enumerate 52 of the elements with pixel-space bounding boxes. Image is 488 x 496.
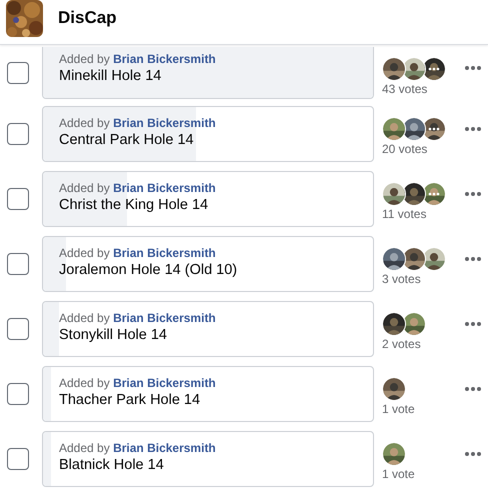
vote-count[interactable]: 11 votes	[382, 207, 462, 221]
more-icon[interactable]	[464, 256, 482, 262]
option-card[interactable]: Added by Brian Bickersmith Stonykill Hole 14	[42, 300, 374, 356]
more-icon[interactable]	[464, 190, 482, 196]
checkbox[interactable]	[7, 252, 29, 274]
author-link[interactable]: Brian Bickersmith	[113, 116, 216, 130]
option-title: Joralemon Hole 14 (Old 10)	[59, 262, 238, 278]
added-by-text: Added by Brian Bickersmith	[59, 376, 217, 390]
author-link[interactable]: Brian Bickersmith	[113, 52, 216, 66]
added-by-text: Added by Brian Bickersmith	[59, 310, 217, 324]
added-by-text: Added by Brian Bickersmith	[59, 246, 217, 260]
option-title: Minekill Hole 14	[59, 68, 162, 84]
more-voters-icon[interactable]	[428, 66, 440, 70]
author-link[interactable]: Brian Bickersmith	[113, 440, 216, 454]
option-title: Thacher Park Hole 14	[59, 392, 202, 408]
added-by-text: Added by Brian Bickersmith	[59, 116, 217, 130]
vote-count[interactable]: 1 vote	[382, 467, 462, 481]
author-link[interactable]: Brian Bickersmith	[113, 376, 216, 390]
option-title: Christ the King Hole 14	[59, 196, 210, 212]
vote-count[interactable]: 43 votes	[382, 82, 462, 96]
added-by-text: Added by Brian Bickersmith	[59, 52, 217, 66]
more-icon[interactable]	[464, 450, 482, 456]
checkbox[interactable]	[7, 448, 29, 470]
option-card[interactable]: Added by Brian Bickersmith Central Park Hole 14	[42, 106, 374, 162]
vote-count[interactable]: 2 votes	[382, 337, 462, 351]
option-title: Central Park Hole 14	[59, 132, 195, 148]
option-card[interactable]: Added by Brian Bickersmith Blatnick Hole 14	[42, 430, 374, 486]
option-card[interactable]: Added by Brian Bickersmith Christ the King Hole 14	[42, 170, 374, 226]
checkbox[interactable]	[7, 62, 29, 84]
more-icon[interactable]	[464, 320, 482, 326]
vote-count[interactable]: 20 votes	[382, 142, 462, 156]
more-icon[interactable]	[464, 65, 482, 71]
added-by-text: Added by Brian Bickersmith	[59, 440, 217, 454]
vote-count[interactable]: 3 votes	[382, 272, 462, 286]
option-title: Stonykill Hole 14	[59, 326, 168, 342]
checkbox[interactable]	[7, 318, 29, 340]
option-title: Blatnick Hole 14	[59, 456, 165, 472]
author-link[interactable]: Brian Bickersmith	[113, 246, 216, 260]
option-card[interactable]: Added by Brian Bickersmith Thacher Park Hole 14	[42, 366, 374, 422]
more-icon[interactable]	[464, 386, 482, 392]
more-icon[interactable]	[464, 126, 482, 132]
more-voters-icon[interactable]	[428, 127, 440, 131]
author-link[interactable]: Brian Bickersmith	[113, 310, 216, 324]
vote-count[interactable]: 1 vote	[382, 402, 462, 416]
author-link[interactable]: Brian Bickersmith	[113, 180, 216, 194]
option-card[interactable]: Added by Brian Bickersmith Joralemon Hole 14 (Old 10)	[42, 236, 374, 292]
checkbox[interactable]	[7, 188, 29, 210]
option-card[interactable]: Added by Brian Bickersmith Minekill Hole 14	[42, 47, 374, 99]
added-by-text: Added by Brian Bickersmith	[59, 180, 217, 194]
checkbox[interactable]	[7, 122, 29, 144]
checkbox[interactable]	[7, 382, 29, 404]
group-name[interactable]: DisCap	[58, 8, 117, 28]
